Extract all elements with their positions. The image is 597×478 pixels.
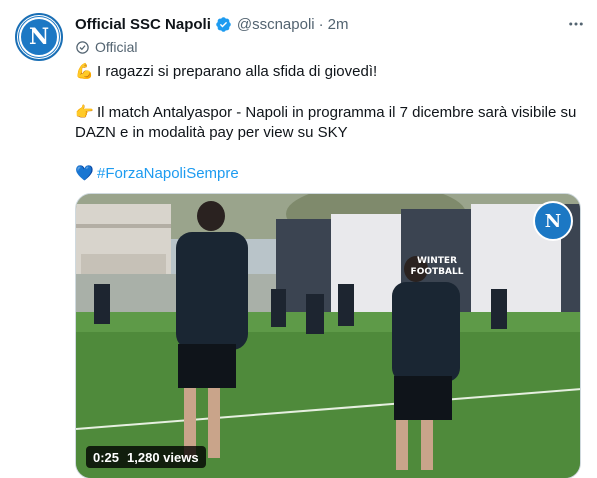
tweet-header: Official SSC Napoli @sscnapoli · 2m xyxy=(75,13,587,35)
banner-line-1: WINTER xyxy=(416,256,458,266)
napoli-logo-icon: N xyxy=(19,17,59,57)
tweet-line-1: I ragazzi si preparano alla sfida di gio… xyxy=(97,63,378,80)
hashtag-link[interactable]: #ForzaNapoliSempre xyxy=(97,165,239,182)
verified-badge-icon[interactable] xyxy=(215,16,232,33)
banner-text: WINTER FOOTBALL xyxy=(406,256,468,278)
video-info-badge: 0:25 1,280 views xyxy=(86,446,206,468)
timestamp[interactable]: 2m xyxy=(328,16,349,33)
pointing-hand-icon: 👉 xyxy=(75,103,94,121)
handle[interactable]: @sscnapoli xyxy=(237,16,315,33)
video-duration: 0:25 xyxy=(93,449,120,465)
tweet-line-2: Il match Antalyaspor - Napoli in program… xyxy=(75,104,577,141)
official-badge-icon xyxy=(76,40,89,54)
media-logo-icon: N xyxy=(533,201,573,241)
banner-line-2: FOOTBALL xyxy=(410,267,464,277)
tweet-paragraph-2: 👉 Il match Antalyaspor - Napoli in progra… xyxy=(75,102,580,143)
display-name[interactable]: Official SSC Napoli xyxy=(75,16,211,33)
video-views: 1,280 views xyxy=(127,449,199,465)
tweet-paragraph-1: 💪 I ragazzi si preparano alla sfida di gi… xyxy=(75,61,580,82)
video-player[interactable]: WINTER FOOTBALL N 0:25 1,280 views xyxy=(75,193,581,478)
video-thumbnail xyxy=(76,194,580,478)
tweet-text: 💪 I ragazzi si preparano alla sfida di gi… xyxy=(75,61,580,184)
tweet-paragraph-3: 💙 #ForzaNapoliSempre xyxy=(75,163,580,184)
separator-dot: · xyxy=(318,15,324,33)
official-label: Official xyxy=(75,37,138,57)
avatar-letter: N xyxy=(28,24,50,50)
avatar[interactable]: N xyxy=(15,13,63,61)
media-logo-letter: N xyxy=(544,210,562,232)
official-text: Official xyxy=(95,39,138,55)
more-options-icon[interactable] xyxy=(565,13,587,35)
flexed-biceps-icon: 💪 xyxy=(75,62,94,80)
blue-heart-icon: 💙 xyxy=(75,164,94,182)
